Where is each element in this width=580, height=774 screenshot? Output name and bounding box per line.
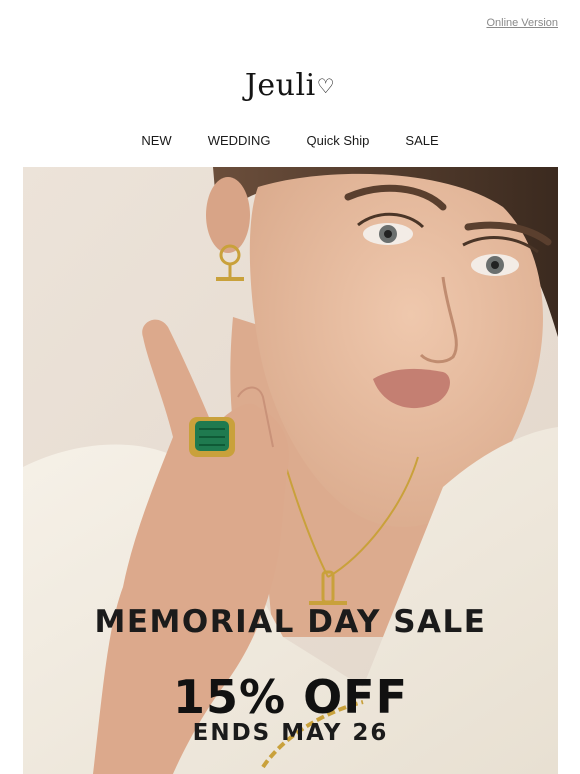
hero-banner[interactable]: MEMORIAL DAY SALE 15% OFF ENDS MAY 26 <box>23 167 558 774</box>
online-version-link[interactable]: Online Version <box>486 17 558 29</box>
nav-item-wedding[interactable]: WEDDING <box>208 133 271 148</box>
main-nav: NEW WEDDING Quick Ship SALE <box>0 133 580 148</box>
sale-end-date: ENDS MAY 26 <box>192 720 389 746</box>
ear-shape <box>206 177 250 253</box>
discount-text: 15% OFF <box>172 670 409 724</box>
nav-item-sale[interactable]: SALE <box>405 133 438 148</box>
brand-logo[interactable]: Jeuli♡ <box>0 68 580 103</box>
nav-item-new[interactable]: NEW <box>141 133 171 148</box>
sale-headline: MEMORIAL DAY SALE <box>94 604 487 640</box>
logo-wordmark: Jeuli <box>244 68 316 103</box>
nav-item-quick-ship[interactable]: Quick Ship <box>307 133 370 148</box>
logo-heart-icon: ♡ <box>316 74 336 98</box>
